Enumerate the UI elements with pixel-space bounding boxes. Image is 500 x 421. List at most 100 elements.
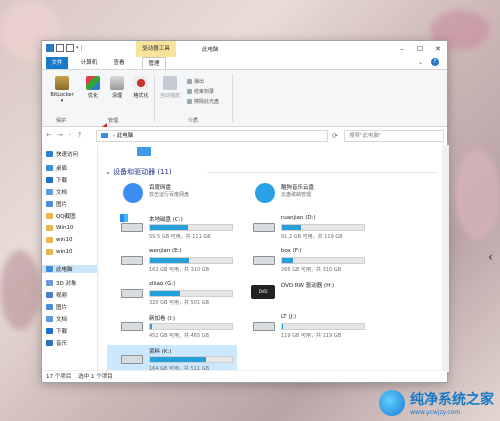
drive-item[interactable]: 资料 (K:) 164 GB 可用，共 511 GB — [107, 345, 237, 372]
title-bar: ▾ | 驱动器工具 此电脑 – ☐ ✕ — [42, 41, 447, 57]
search-input[interactable]: 搜索"此电脑" — [344, 130, 444, 142]
ribbon-separator — [154, 74, 155, 122]
drive-free-space: 266 GB 可用，共 310 GB — [281, 267, 342, 273]
drive-item[interactable]: ruanjian (D:) 91.2 GB 可用，共 119 GB — [239, 213, 369, 243]
help-icon[interactable]: ? — [431, 58, 439, 66]
drive-item[interactable]: 本地磁盘 (C:) 59.5 GB 可用，共 111 GB — [107, 213, 237, 243]
new-folder-icon[interactable] — [66, 44, 74, 52]
optimize-button[interactable]: 优化 — [82, 76, 104, 99]
forward-arrow-icon[interactable]: → — [57, 131, 63, 139]
usage-bar — [281, 257, 365, 264]
sidebar-item[interactable]: 下载 — [46, 327, 67, 335]
sidebar-item[interactable]: 下载 — [46, 176, 67, 184]
hard-drive-icon — [253, 256, 275, 265]
sidebar-item-label: 文档 — [56, 317, 68, 323]
explorer-window: ▾ | 驱动器工具 此电脑 – ☐ ✕ 文件 计算机 查看 管理 ⌄ ? Bit… — [41, 40, 449, 383]
window-icon — [46, 44, 54, 52]
usage-fill — [282, 258, 294, 263]
usage-fill — [282, 225, 301, 230]
sidebar-item[interactable]: 桌面 — [46, 164, 67, 172]
background-blossom — [455, 150, 500, 240]
navigation-pane: 快速访问 桌面 下载 文档 图片 QQ截图 Win10 win10 win10 此电脑 3D 对象视… — [42, 145, 98, 372]
back-arrow-icon[interactable]: ← — [46, 131, 52, 139]
usage-fill — [150, 291, 180, 296]
sidebar-item[interactable]: QQ截图 — [46, 212, 76, 220]
document-icon — [46, 316, 53, 322]
drive-free-space: 59.5 GB 可用，共 111 GB — [149, 234, 211, 240]
tab-view[interactable]: 查看 — [108, 57, 130, 69]
chevron-left-icon[interactable]: ‹ — [488, 250, 498, 264]
maximize-icon[interactable]: ☐ — [411, 41, 429, 57]
autoplay-button[interactable]: 自动播放 — [156, 76, 184, 99]
sidebar-item[interactable]: 此电脑 — [42, 265, 97, 273]
sidebar-item[interactable]: win10 — [46, 249, 73, 255]
watermark-url: www.ycwjzy.com — [410, 409, 461, 416]
sidebar-item-label: 音乐 — [56, 341, 68, 347]
usage-fill — [150, 225, 188, 230]
tab-computer[interactable]: 计算机 — [76, 57, 102, 69]
recent-chevron-icon[interactable]: ⌄ — [68, 131, 72, 139]
erase-disc-label: 擦除此光盘 — [194, 99, 220, 105]
usage-bar — [149, 356, 233, 363]
properties-icon[interactable] — [56, 44, 64, 52]
content-pane: ⌄ 设备和驱动器 (11) 百度网盘 双击运行百度网盘 酷狗音乐云盘 云盘歌曲管理 本地… — [99, 145, 449, 372]
context-tab-header: 驱动器工具 — [136, 41, 176, 57]
drive-item[interactable]: LT (J:) 119 GB 可用，共 119 GB — [239, 312, 369, 342]
sidebar-item[interactable]: 文档 — [46, 315, 67, 323]
usage-fill — [282, 324, 283, 329]
drive-item[interactable]: ziliao (G:) 320 GB 可用，共 501 GB — [107, 279, 237, 309]
document-icon — [46, 189, 53, 195]
usage-fill — [150, 258, 190, 263]
up-arrow-icon[interactable]: ↑ — [77, 131, 83, 139]
watermark-logo — [379, 389, 405, 416]
section-divider — [207, 172, 437, 173]
ribbon-separator — [232, 74, 233, 122]
sidebar-item-label: 快速访问 — [56, 152, 79, 158]
drive-item[interactable]: wenjian (E:) 162 GB 可用，共 310 GB — [107, 246, 237, 276]
finish-burn-button[interactable]: 结束刻录 — [187, 88, 214, 95]
erase-disc-button[interactable]: 擦除此光盘 — [187, 98, 219, 105]
eject-button[interactable]: 弹出 — [187, 78, 204, 85]
usage-fill — [150, 357, 206, 362]
format-button[interactable]: 格式化 — [128, 76, 154, 99]
tab-file[interactable]: 文件 — [46, 57, 68, 69]
collapse-ribbon-icon[interactable]: ⌄ — [418, 59, 423, 66]
address-field[interactable]: › 此电脑 — [96, 130, 328, 142]
hard-drive-icon — [121, 289, 143, 298]
chevron-down-icon[interactable]: ▾ — [76, 45, 79, 51]
close-icon[interactable]: ✕ — [429, 41, 447, 57]
sidebar-item-label: win10 — [56, 237, 73, 243]
sidebar-item[interactable]: 视频 — [46, 291, 67, 299]
sidebar-item-label: 此电脑 — [56, 267, 73, 273]
refresh-icon[interactable]: ⟳ — [332, 132, 338, 140]
sidebar-item[interactable]: 3D 对象 — [46, 279, 76, 287]
drive-name: DVD RW 驱动器 (H:) — [281, 283, 335, 289]
app-item[interactable]: 酷狗音乐云盘 云盘歌曲管理 — [239, 181, 369, 211]
burn-icon — [187, 89, 192, 94]
drive-item[interactable]: 新加卷 (I:) 452 GB 可用，共 465 GB — [107, 312, 237, 342]
tab-manage[interactable]: 管理 — [142, 57, 166, 69]
sidebar-item-label: Win10 — [56, 225, 74, 231]
bitlocker-button[interactable]: BitLocker ▾ — [46, 76, 78, 104]
download-icon — [46, 328, 53, 334]
sidebar-item[interactable]: 文档 — [46, 188, 67, 196]
drive-item[interactable]: DVD DVD RW 驱动器 (H:) — [239, 279, 369, 309]
drive-item[interactable]: box (F:) 266 GB 可用，共 310 GB — [239, 246, 369, 276]
vertical-scrollbar[interactable] — [442, 145, 449, 372]
dvd-drive-icon: DVD — [251, 285, 275, 299]
sidebar-item[interactable]: 图片 — [46, 200, 67, 208]
app-item[interactable]: 百度网盘 双击运行百度网盘 — [107, 181, 237, 211]
minimize-icon[interactable]: – — [393, 41, 411, 57]
sidebar-item[interactable]: win10 — [46, 237, 73, 243]
cleanup-button[interactable]: 清理 — [106, 76, 128, 99]
app-name: 百度网盘 — [149, 185, 172, 191]
usage-bar — [149, 290, 233, 297]
sidebar-item[interactable]: 音乐 — [46, 339, 67, 347]
sidebar-item[interactable]: Win10 — [46, 225, 73, 231]
sidebar-item-label: 文档 — [56, 190, 68, 196]
devices-section-header[interactable]: ⌄ 设备和驱动器 (11) — [105, 167, 172, 177]
quick-access-toolbar: ▾ | — [46, 44, 83, 52]
sidebar-item[interactable]: 快速访问 — [46, 150, 78, 158]
address-bar-row: ← → ⌄ ↑ › 此电脑 ⟳ 搜索"此电脑" — [42, 127, 447, 145]
sidebar-item[interactable]: 图片 — [46, 303, 67, 311]
